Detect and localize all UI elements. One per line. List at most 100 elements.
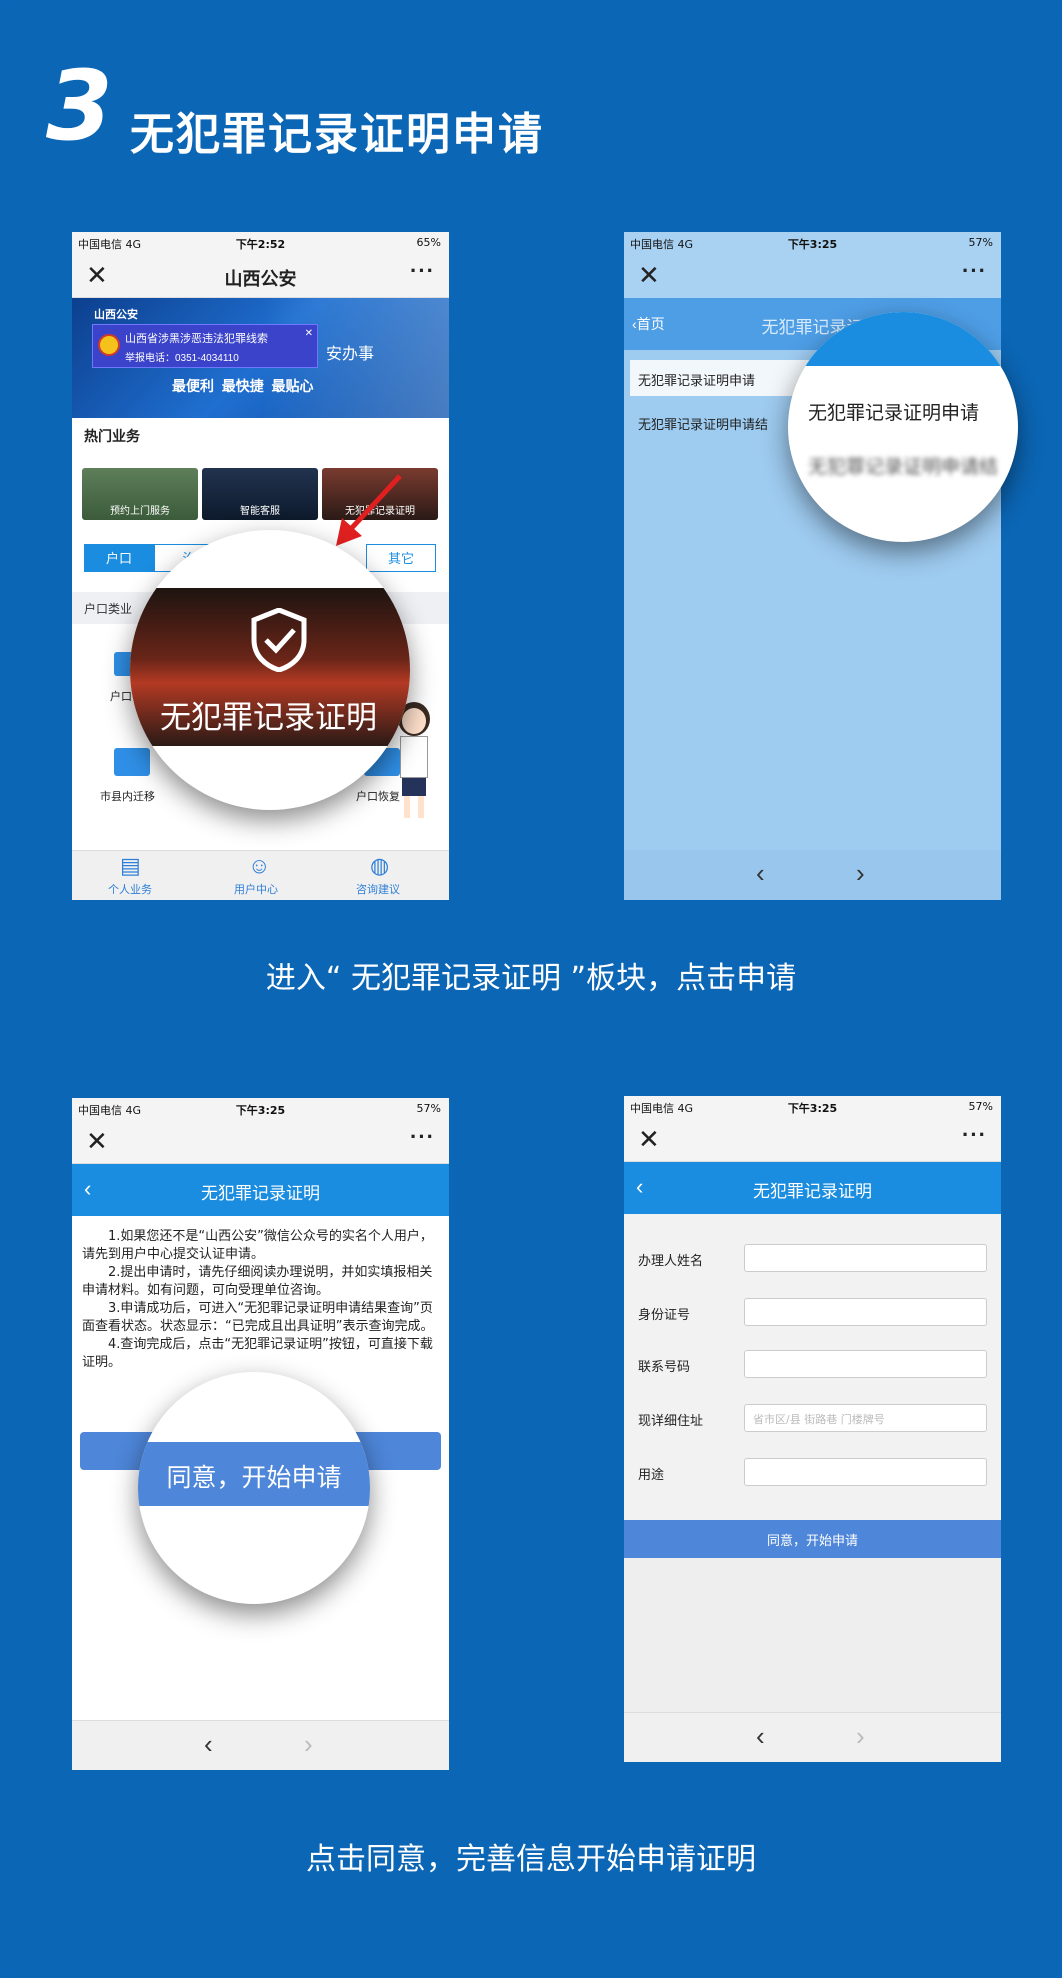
grid-item-label: 市县内迁移 bbox=[100, 791, 155, 803]
page-title: 无犯罪记录证明 bbox=[201, 1184, 320, 1204]
notice-text: 1.如果您还不是“山西公安”微信公众号的实名个人用户，请先到用户中心提交认证申请… bbox=[82, 1228, 439, 1372]
forward-arrow-icon[interactable]: › bbox=[856, 858, 865, 889]
nav-advice[interactable]: 咨询建议 bbox=[356, 881, 400, 897]
folder-icon bbox=[114, 748, 150, 776]
submit-button[interactable]: 同意，开始申请 bbox=[624, 1520, 1001, 1558]
name-input[interactable] bbox=[744, 1244, 987, 1272]
field-label: 办理人姓名 bbox=[638, 1254, 704, 1269]
form-row-name: 办理人姓名 bbox=[638, 1244, 987, 1274]
list-item[interactable]: 无犯罪记录证明申请结 bbox=[630, 404, 810, 440]
close-icon[interactable]: ✕ bbox=[86, 1126, 108, 1157]
status-bar: 中国电信 4G 下午2:52 65% bbox=[72, 232, 449, 254]
battery-text: 65% bbox=[416, 236, 441, 249]
magnifier-item-blurred[interactable]: 无犯罪记录证明申请结 bbox=[808, 452, 998, 479]
caption-step2: 点击同意，完善信息开始申请证明 bbox=[306, 1842, 756, 1877]
banner[interactable]: 山西公安 山西省涉黑涉恶违法犯罪线索 举报电话：0351-4034110 ✕ 安… bbox=[72, 298, 449, 418]
notice-paragraph: 1.如果您还不是“山西公安”微信公众号的实名个人用户，请先到用户中心提交认证申请… bbox=[82, 1229, 433, 1262]
time-text: 下午3:25 bbox=[787, 238, 838, 251]
status-bar: 中国电信 4G 下午3:25 57% bbox=[624, 1096, 1001, 1118]
magnifier-item[interactable]: 无犯罪记录证明申请 bbox=[808, 398, 979, 425]
banner-slogan: 最便利 最快捷 最贴心 bbox=[172, 378, 314, 394]
gray-area bbox=[624, 1558, 1001, 1712]
agree-start-button[interactable]: 同意，开始申请 bbox=[138, 1442, 370, 1506]
user-center-icon[interactable]: ☺ bbox=[248, 853, 270, 879]
field-label: 用途 bbox=[638, 1468, 665, 1483]
page-title: 山西公安 bbox=[224, 269, 297, 290]
section-hukou-title: 户口类业 bbox=[84, 602, 133, 616]
hot-tile-1[interactable]: 预约上门服务 bbox=[82, 468, 198, 520]
agree-start-label: 同意，开始申请 bbox=[166, 1464, 342, 1492]
bottom-nav: ‹ › bbox=[624, 1712, 1001, 1762]
magnifier-header bbox=[788, 312, 1018, 366]
battery-text: 57% bbox=[416, 1102, 441, 1115]
list-item-label: 无犯罪记录证明申请 bbox=[638, 373, 756, 388]
back-arrow-icon[interactable]: ‹ bbox=[204, 1729, 213, 1760]
step-number: 3 bbox=[46, 50, 113, 162]
step-title: 无犯罪记录证明申请 bbox=[130, 109, 544, 160]
magnifier-screen1: 无犯罪记录证明 bbox=[130, 530, 410, 810]
back-arrow-icon[interactable]: ‹ bbox=[756, 858, 765, 889]
bottom-nav: ‹ › bbox=[72, 1720, 449, 1770]
hot-tile-label: 预约上门服务 bbox=[110, 506, 170, 517]
nav-personal-business[interactable]: 个人业务 bbox=[108, 881, 152, 897]
more-icon[interactable]: ··· bbox=[410, 258, 435, 284]
tab-hukou[interactable]: 户口 bbox=[84, 544, 154, 572]
magnifier-screen3: 同意，开始申请 bbox=[138, 1372, 370, 1604]
header-bar: ‹ 无犯罪记录证明 bbox=[72, 1164, 449, 1216]
battery-text: 57% bbox=[968, 1100, 993, 1113]
caption-step1: 进入“ 无犯罪记录证明 ”板块，点击申请 bbox=[265, 961, 797, 996]
battery-text: 57% bbox=[968, 236, 993, 249]
forward-arrow-icon[interactable]: › bbox=[856, 1721, 865, 1752]
notice-paragraph: 2.提出申请时，请先仔细阅读办理说明，并如实填报相关申请材料。如有问题，可向受理… bbox=[82, 1265, 433, 1298]
close-notice-icon[interactable]: ✕ bbox=[305, 328, 313, 339]
more-icon[interactable]: ··· bbox=[962, 258, 987, 284]
list-item-label: 无犯罪记录证明申请结 bbox=[638, 417, 769, 432]
notice-line2: 举报电话：0351-4034110 bbox=[125, 353, 239, 364]
banner-partial-text: 安办事 bbox=[326, 346, 375, 363]
status-bar: 中国电信 4G 下午3:25 57% bbox=[624, 232, 1001, 254]
magnifier-banner[interactable]: 无犯罪记录证明 bbox=[130, 588, 410, 746]
bottom-nav: ▤ 个人业务 ☺ 用户中心 ◍ 咨询建议 bbox=[72, 850, 449, 900]
wechat-titlebar: ✕ 山西公安 ··· bbox=[72, 254, 449, 298]
form-row-phone: 联系号码 bbox=[638, 1350, 987, 1380]
field-label: 现详细住址 bbox=[638, 1414, 704, 1429]
form-area: 办理人姓名 身份证号 联系号码 现详细住址 省市区/县 街路巷 门楼牌号 用途 bbox=[624, 1214, 1001, 1524]
wechat-titlebar: ✕ ··· bbox=[72, 1120, 449, 1164]
back-arrow-icon[interactable]: ‹ bbox=[756, 1721, 765, 1752]
wechat-titlebar: ✕ ··· bbox=[624, 254, 1001, 298]
field-label: 身份证号 bbox=[638, 1308, 691, 1323]
notice-paragraph: 3.申请成功后，可进入“无犯罪记录证明申请结果查询”页面查看状态。状态显示：“已… bbox=[82, 1301, 434, 1334]
form-row-idcard: 身份证号 bbox=[638, 1298, 987, 1328]
more-icon[interactable]: ··· bbox=[962, 1122, 987, 1148]
close-icon[interactable]: ✕ bbox=[638, 1124, 660, 1155]
personal-business-icon[interactable]: ▤ bbox=[120, 853, 141, 879]
page-title: 无犯罪记录证明 bbox=[753, 1182, 872, 1202]
more-icon[interactable]: ··· bbox=[410, 1124, 435, 1150]
address-input[interactable]: 省市区/县 街路巷 门楼牌号 bbox=[744, 1404, 987, 1432]
phone-screen-form: 中国电信 4G 下午3:25 57% ✕ ··· ‹ 无犯罪记录证明 办理人姓名… bbox=[624, 1096, 1001, 1762]
time-text: 下午2:52 bbox=[235, 238, 286, 251]
list-item[interactable]: 无犯罪记录证明申请 bbox=[630, 360, 810, 396]
grid-item-label: 户口 bbox=[110, 691, 132, 703]
hot-tile-2[interactable]: 智能客服 bbox=[202, 468, 318, 520]
banner-brand: 山西公安 bbox=[94, 309, 138, 321]
police-badge-icon bbox=[98, 334, 120, 356]
form-row-address: 现详细住址 省市区/县 街路巷 门楼牌号 bbox=[638, 1404, 987, 1434]
nav-user-center[interactable]: 用户中心 bbox=[234, 881, 278, 897]
purpose-input[interactable] bbox=[744, 1458, 987, 1486]
idcard-input[interactable] bbox=[744, 1298, 987, 1326]
form-row-purpose: 用途 bbox=[638, 1458, 987, 1488]
magnifier-screen2: 无犯罪记录证明申请 无犯罪记录证明申请结 bbox=[788, 312, 1018, 542]
close-icon[interactable]: ✕ bbox=[638, 260, 660, 291]
forward-arrow-icon[interactable]: › bbox=[304, 1729, 313, 1760]
notice-paragraph: 4.查询完成后，点击“无犯罪记录证明”按钮，可直接下载证明。 bbox=[82, 1337, 433, 1370]
wechat-titlebar: ✕ ··· bbox=[624, 1118, 1001, 1162]
chat-icon[interactable]: ◍ bbox=[370, 853, 389, 879]
phone-input[interactable] bbox=[744, 1350, 987, 1378]
time-text: 下午3:25 bbox=[235, 1104, 286, 1117]
hot-tile-label: 智能客服 bbox=[240, 506, 280, 517]
notice-line1: 山西省涉黑涉恶违法犯罪线索 bbox=[125, 333, 268, 345]
notice-popup[interactable]: 山西省涉黑涉恶违法犯罪线索 举报电话：0351-4034110 ✕ bbox=[92, 324, 318, 368]
submit-label: 同意，开始申请 bbox=[766, 1533, 858, 1548]
field-label: 联系号码 bbox=[638, 1360, 691, 1375]
